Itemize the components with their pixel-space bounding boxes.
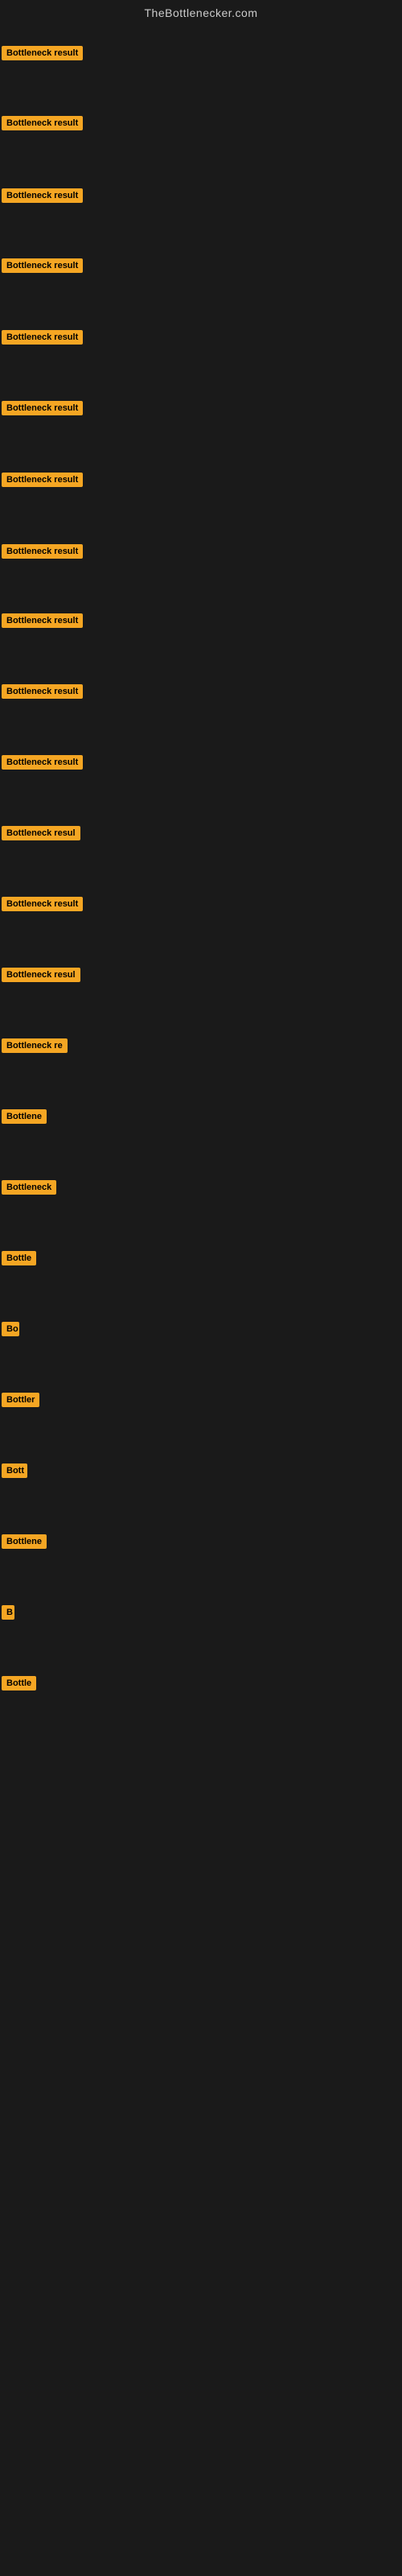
- bottleneck-result-item[interactable]: Bottleneck result: [2, 755, 83, 774]
- bottleneck-result-item[interactable]: B: [2, 1605, 14, 1624]
- bottleneck-result-item[interactable]: Bottleneck result: [2, 473, 83, 491]
- bottleneck-badge: Bottleneck result: [2, 401, 83, 415]
- bottleneck-result-item[interactable]: Bottle: [2, 1676, 36, 1695]
- bottleneck-badge: Bo: [2, 1322, 19, 1336]
- bottleneck-badge: Bottleneck resul: [2, 968, 80, 982]
- bottleneck-badge: Bottleneck result: [2, 258, 83, 273]
- bottleneck-result-item[interactable]: Bottlene: [2, 1109, 47, 1128]
- bottleneck-badge: Bottle: [2, 1676, 36, 1690]
- bottleneck-result-item[interactable]: Bottleneck resul: [2, 826, 80, 844]
- bottleneck-badge: Bottleneck result: [2, 330, 83, 345]
- bottleneck-result-item[interactable]: Bottleneck result: [2, 330, 83, 349]
- bottleneck-badge: Bottleneck result: [2, 46, 83, 60]
- bottleneck-result-item[interactable]: Bottleneck re: [2, 1038, 68, 1057]
- bottleneck-badge: Bottleneck result: [2, 473, 83, 487]
- bottleneck-badge: Bottleneck result: [2, 188, 83, 203]
- bottleneck-badge: Bottle: [2, 1251, 36, 1265]
- bottleneck-badge: Bottleneck result: [2, 897, 83, 911]
- bottleneck-badge: Bottler: [2, 1393, 39, 1407]
- bottleneck-result-item[interactable]: Bottleneck result: [2, 46, 83, 64]
- bottleneck-badge: B: [2, 1605, 14, 1620]
- bottleneck-result-item[interactable]: Bottleneck: [2, 1180, 56, 1199]
- bottleneck-badge: Bottlene: [2, 1109, 47, 1124]
- bottleneck-badge: Bottleneck: [2, 1180, 56, 1195]
- bottleneck-result-item[interactable]: Bottlene: [2, 1534, 47, 1553]
- bottleneck-result-item[interactable]: Bottleneck result: [2, 684, 83, 703]
- site-title: TheBottlenecker.com: [0, 0, 402, 23]
- bottleneck-result-item[interactable]: Bottleneck result: [2, 188, 83, 207]
- bottleneck-result-item[interactable]: Bottler: [2, 1393, 39, 1411]
- bottleneck-result-item[interactable]: Bo: [2, 1322, 19, 1340]
- bottleneck-result-item[interactable]: Bottleneck result: [2, 401, 83, 419]
- bottleneck-badge: Bottleneck result: [2, 755, 83, 770]
- bottleneck-badge: Bottleneck resul: [2, 826, 80, 840]
- bottleneck-badge: Bottleneck re: [2, 1038, 68, 1053]
- bottleneck-result-item[interactable]: Bottleneck resul: [2, 968, 80, 986]
- bottleneck-result-item[interactable]: Bottleneck result: [2, 613, 83, 632]
- bottleneck-badge: Bott: [2, 1463, 27, 1478]
- bottleneck-result-item[interactable]: Bottle: [2, 1251, 36, 1269]
- bottleneck-result-item[interactable]: Bottleneck result: [2, 897, 83, 915]
- bottleneck-result-item[interactable]: Bottleneck result: [2, 258, 83, 277]
- bottleneck-result-item[interactable]: Bottleneck result: [2, 544, 83, 563]
- bottleneck-result-item[interactable]: Bottleneck result: [2, 116, 83, 134]
- bottleneck-result-item[interactable]: Bott: [2, 1463, 27, 1482]
- bottleneck-badge: Bottleneck result: [2, 544, 83, 559]
- bottleneck-badge: Bottleneck result: [2, 613, 83, 628]
- bottleneck-badge: Bottlene: [2, 1534, 47, 1549]
- bottleneck-badge: Bottleneck result: [2, 684, 83, 699]
- bottleneck-badge: Bottleneck result: [2, 116, 83, 130]
